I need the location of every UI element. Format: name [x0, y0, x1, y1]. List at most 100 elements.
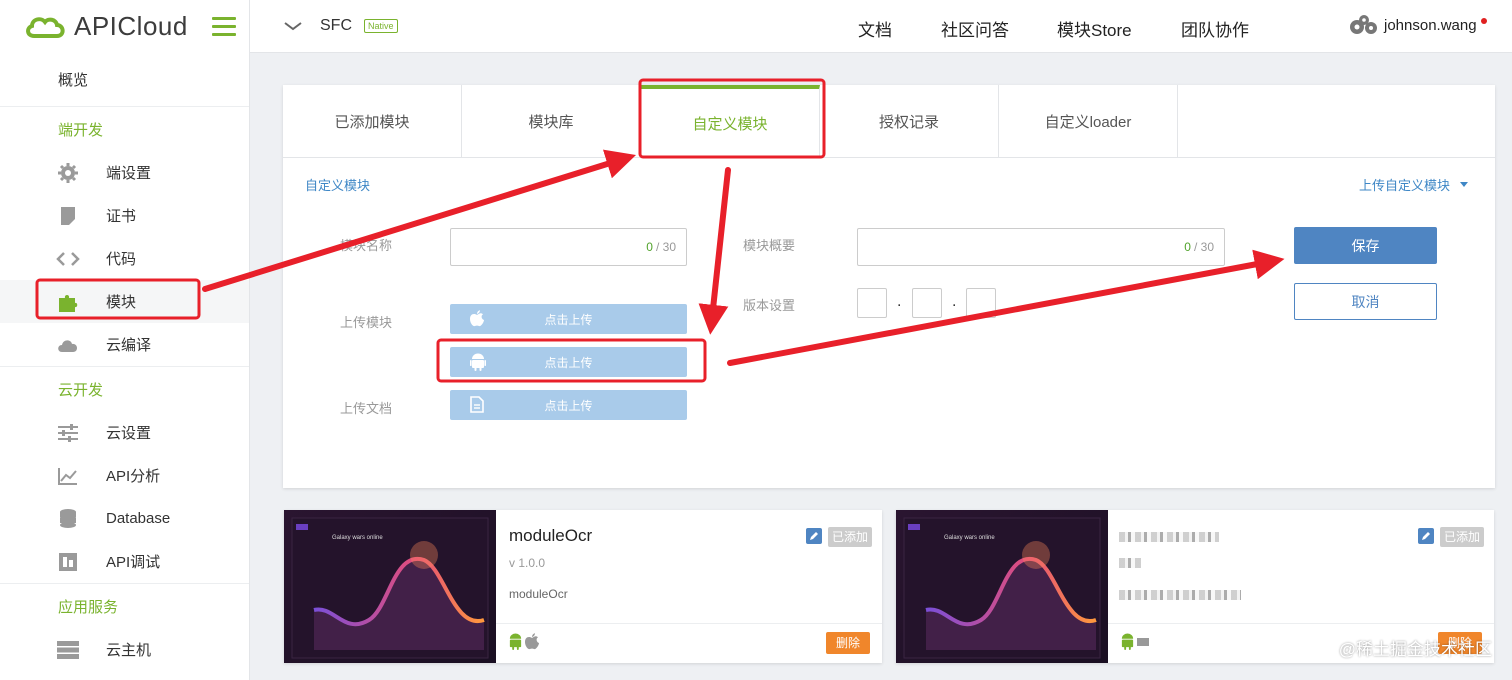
sidebar-item-cloud-build[interactable]: 云编译: [0, 323, 249, 366]
sliders-icon: [56, 421, 80, 445]
username: johnson.wang: [1384, 16, 1477, 34]
topbar: SFC Native 文档 社区问答 模块Store 团队协作 johnson.…: [250, 0, 1512, 53]
save-button[interactable]: 保存: [1294, 227, 1437, 264]
android-icon: [470, 353, 486, 374]
upload-android-label: 点击上传: [544, 355, 593, 370]
apple-icon: [525, 633, 539, 650]
char-max: / 30: [655, 240, 676, 254]
section-title: 自定义模块: [305, 178, 371, 193]
version-dot: .: [897, 293, 902, 310]
native-badge: Native: [364, 19, 398, 33]
gears-icon: [1350, 15, 1377, 34]
logo-text: APICloud: [74, 11, 188, 41]
tab-custom-module[interactable]: 自定义模块: [641, 85, 820, 158]
upload-doc-button[interactable]: 点击上传: [450, 390, 687, 420]
sidebar-item-label: 云主机: [106, 642, 152, 659]
server-icon: [56, 638, 80, 662]
thumbnail-title: Galaxy wars online: [944, 535, 995, 541]
obscured-module-version: [1119, 558, 1141, 568]
module-name-input[interactable]: 0 / 30: [450, 228, 687, 266]
upload-doc-label: 上传文档: [340, 401, 393, 416]
cancel-button[interactable]: 取消: [1294, 283, 1437, 320]
thumbnail-title: Galaxy wars online: [332, 535, 383, 541]
added-badge: 已添加: [1440, 527, 1485, 547]
module-description: moduleOcr: [509, 587, 568, 601]
sidebar: APICloud 概览 端开发 端设置 证书 代码 模块 云编译 云开发 云设置…: [0, 0, 250, 680]
card-footer: [1108, 623, 1494, 624]
user-menu[interactable]: johnson.wang: [1348, 14, 1487, 36]
project-selector[interactable]: SFC Native: [284, 17, 398, 35]
char-count: 0: [1184, 240, 1191, 254]
upload-custom-label: 上传自定义模块: [1358, 178, 1450, 193]
upload-module-label: 上传模块: [340, 315, 393, 330]
added-badge: 已添加: [828, 527, 873, 547]
code-icon: [56, 247, 80, 271]
version-major-input[interactable]: [857, 288, 887, 318]
database-icon: [56, 507, 80, 531]
version-dot: .: [952, 293, 957, 310]
sidebar-item-label: 云设置: [106, 425, 152, 442]
tab-license-records[interactable]: 授权记录: [820, 85, 999, 158]
menu-toggle-icon[interactable]: [211, 17, 236, 36]
upload-android-button[interactable]: 点击上传: [450, 347, 687, 377]
platform-icons: [1120, 633, 1149, 650]
sidebar-item-label: Database: [106, 510, 171, 527]
module-summary-label: 模块概要: [743, 238, 796, 253]
edit-icon[interactable]: [1418, 528, 1434, 544]
version-label: 版本设置: [743, 298, 796, 313]
nav-module-store[interactable]: 模块Store: [1057, 16, 1132, 41]
sidebar-item-api-debug[interactable]: API调试: [0, 540, 249, 583]
sidebar-item-api-analytics[interactable]: API分析: [0, 454, 249, 497]
module-thumbnail: Galaxy wars online: [284, 510, 496, 663]
sidebar-item-cloud-host[interactable]: 云主机: [0, 628, 249, 671]
sidebar-item-code[interactable]: 代码: [0, 237, 249, 280]
module-tabs: 已添加模块 模块库 自定义模块 授权记录 自定义loader: [283, 85, 1495, 158]
sidebar-group-title: 云开发: [58, 381, 104, 399]
nav-team[interactable]: 团队协作: [1181, 16, 1249, 41]
puzzle-icon: [56, 290, 80, 314]
sidebar-item-cloud-settings[interactable]: 云设置: [0, 411, 249, 454]
upload-custom-dropdown[interactable]: 上传自定义模块: [1359, 175, 1468, 194]
custom-module-panel: 已添加模块 模块库 自定义模块 授权记录 自定义loader 自定义模块 上传自…: [283, 85, 1495, 488]
logo[interactable]: APICloud: [0, 0, 249, 53]
caret-down-icon: [1460, 182, 1468, 187]
module-name: moduleOcr: [509, 526, 593, 545]
nav-community[interactable]: 社区问答: [941, 16, 1009, 41]
sidebar-item-modules[interactable]: 模块: [0, 280, 249, 323]
upload-doc-label-text: 点击上传: [544, 398, 593, 413]
tab-added-modules[interactable]: 已添加模块: [283, 85, 462, 158]
platform-icons: [508, 633, 539, 650]
char-max: / 30: [1193, 240, 1214, 254]
edit-icon[interactable]: [806, 528, 822, 544]
android-icon: [509, 633, 522, 650]
android-icon: [1121, 633, 1134, 650]
card-footer: [496, 623, 882, 624]
module-thumbnail: Galaxy wars online: [896, 510, 1108, 663]
module-version: v 1.0.0: [509, 556, 546, 570]
sidebar-item-label: 端设置: [106, 165, 152, 182]
module-summary-input[interactable]: 0 / 30: [857, 228, 1225, 266]
sidebar-item-label: 证书: [106, 208, 137, 225]
sidebar-item-label: 代码: [106, 251, 137, 268]
upload-ios-button[interactable]: 点击上传: [450, 304, 687, 334]
sidebar-item-database[interactable]: Database: [0, 497, 249, 540]
sidebar-item-certificate[interactable]: 证书: [0, 194, 249, 237]
project-name: SFC: [320, 17, 352, 34]
chevron-down-icon: [284, 22, 302, 31]
version-minor-input[interactable]: [912, 288, 942, 318]
sidebar-item-overview[interactable]: 概览: [0, 53, 249, 107]
cloud-logo-icon: [26, 16, 65, 38]
cloud-icon: [56, 333, 80, 357]
sidebar-item-settings[interactable]: 端设置: [0, 151, 249, 194]
version-patch-input[interactable]: [966, 288, 996, 318]
module-card[interactable]: Galaxy wars online moduleOcr v 1.0.0 mod…: [284, 510, 882, 663]
watermark: @稀土掘金技术社区: [1338, 640, 1492, 659]
obscured-module-name: [1119, 532, 1219, 542]
delete-button[interactable]: 删除: [826, 632, 870, 654]
document-icon: [470, 396, 484, 416]
apple-icon: [470, 310, 484, 330]
tab-module-library[interactable]: 模块库: [462, 85, 641, 158]
tab-custom-loader[interactable]: 自定义loader: [999, 85, 1178, 158]
obscured-module-description: [1119, 590, 1241, 600]
nav-docs[interactable]: 文档: [858, 16, 892, 41]
